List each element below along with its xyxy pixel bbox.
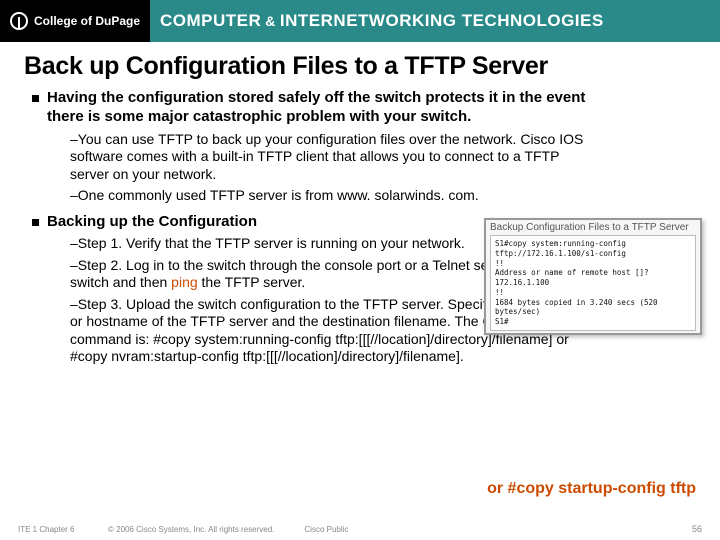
- footer-chapter: ITE 1 Chapter 6: [18, 525, 108, 534]
- footer-copyright: © 2006 Cisco Systems, Inc. All rights re…: [108, 525, 274, 534]
- college-logo-block: College of DuPage: [0, 0, 150, 42]
- step-2-ping: ping: [171, 274, 197, 290]
- bullet-2-text: Backing up the Configuration: [47, 213, 257, 232]
- square-bullet-icon: [32, 219, 39, 226]
- bullet-1-text: Having the configuration stored safely o…: [47, 89, 607, 127]
- tftp-callout-box: Backup Configuration Files to a TFTP Ser…: [484, 218, 702, 335]
- square-bullet-icon: [32, 95, 39, 102]
- department-banner: COMPUTER & INTERNETWORKING TECHNOLOGIES: [150, 0, 720, 42]
- dept-word-tech: INTERNETWORKING TECHNOLOGIES: [280, 11, 604, 31]
- callout-title: Backup Configuration Files to a TFTP Ser…: [490, 222, 696, 233]
- slide-footer: ITE 1 Chapter 6 © 2006 Cisco Systems, In…: [0, 524, 720, 534]
- bullet-1: Having the configuration stored safely o…: [32, 89, 696, 127]
- college-logo-icon: [10, 12, 28, 30]
- step-2-text-b: the TFTP server.: [198, 274, 306, 290]
- dept-ampersand: &: [265, 13, 276, 29]
- bullet-1-sub-1: –You can use TFTP to back up your config…: [70, 131, 600, 184]
- slide-title: Back up Configuration Files to a TFTP Se…: [24, 52, 696, 81]
- header-bar: College of DuPage COMPUTER & INTERNETWOR…: [0, 0, 720, 42]
- footer-public: Cisco Public: [304, 525, 348, 534]
- dept-word-computer: COMPUTER: [160, 11, 261, 31]
- college-name: College of DuPage: [34, 14, 140, 28]
- orange-alt-command: or #copy startup-config tftp: [487, 480, 696, 498]
- bullet-1-sub-2: –One commonly used TFTP server is from w…: [70, 187, 600, 205]
- footer-page-number: 56: [692, 524, 702, 534]
- callout-terminal: S1#copy system:running-config tftp://172…: [490, 235, 696, 331]
